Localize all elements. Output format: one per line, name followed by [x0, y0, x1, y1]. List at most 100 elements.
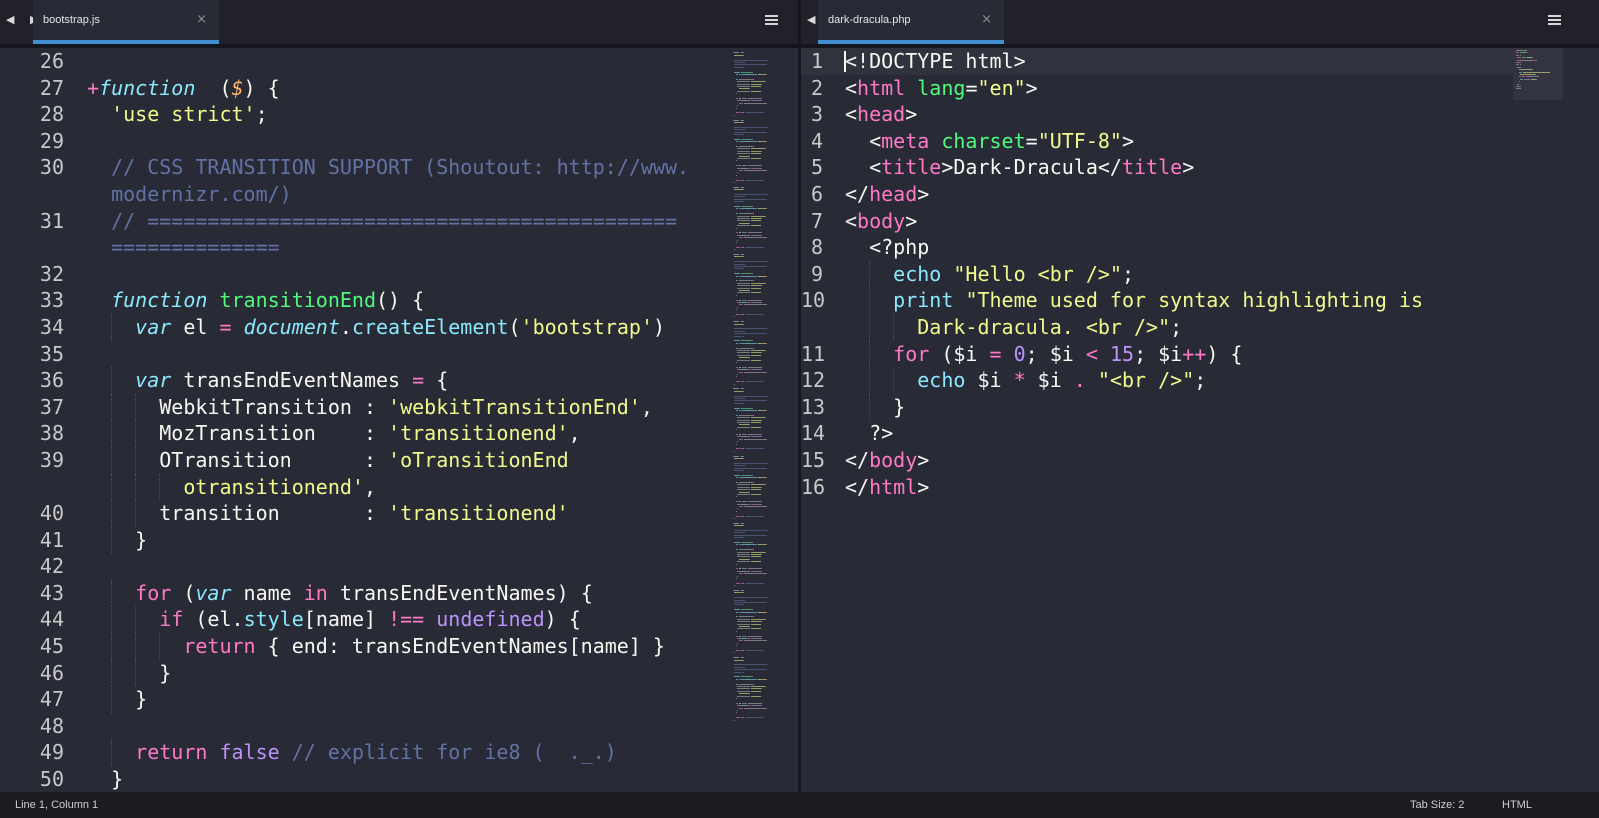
code-line[interactable]: 12 echo $i * $i . "<br />";: [801, 367, 1513, 394]
code-line[interactable]: 28 'use strict';: [0, 101, 728, 128]
code-line[interactable]: modernizr.com/): [0, 181, 728, 208]
code-line[interactable]: 42: [0, 553, 728, 580]
code-line[interactable]: 13 }: [801, 393, 1513, 421]
code-line[interactable]: 37 WebkitTransition : 'webkitTransitionE…: [0, 393, 728, 421]
code-token: 'transitionend': [388, 501, 569, 526]
code-line[interactable]: 16 </html>: [801, 474, 1513, 501]
minimap-line: [734, 400, 768, 402]
minimap-line: [753, 616, 754, 618]
tab-size-selector[interactable]: Tab Size: 2: [1410, 799, 1464, 811]
line-number: 10: [801, 288, 826, 313]
code-line[interactable]: 32: [0, 261, 728, 288]
code-editor[interactable]: 1 <!DOCTYPE html> 2 <html lang="en"> 3 <head>…: [801, 48, 1513, 772]
minimap-line: [750, 153, 761, 155]
code-line[interactable]: 27 +function ($) {: [0, 75, 728, 102]
code-line[interactable]: 38 MozTransition : 'transitionend',: [0, 420, 728, 447]
minimap-line: [734, 114, 736, 116]
code-line[interactable]: 33 function transitionEnd() {: [0, 287, 728, 314]
code-line[interactable]: 50 }: [0, 766, 728, 792]
code-line[interactable]: 48: [0, 713, 728, 740]
code-line[interactable]: ==============: [0, 234, 728, 261]
code-line[interactable]: 3 <head>: [801, 101, 1513, 128]
code-token: Dark-dracula. <br />": [917, 314, 1171, 339]
minimap-line: [740, 650, 745, 651]
code-line[interactable]: 46 }: [0, 659, 728, 687]
minimap-line: [735, 112, 740, 114]
code-line[interactable]: 10 print "Theme used for syntax highligh…: [801, 287, 1513, 314]
code-line[interactable]: 4 <meta charset="UTF-8">: [801, 128, 1513, 155]
code-line[interactable]: 39 OTransition : 'oTransitionEnd: [0, 446, 728, 474]
code-line[interactable]: 11 for ($i = 0; $i < 15; $i++) {: [801, 340, 1513, 368]
code-line[interactable]: 8 <?php: [801, 234, 1513, 261]
code-token: MozTransition :: [87, 421, 389, 446]
minimap-line: [739, 702, 742, 704]
minimap-line: [740, 448, 745, 450]
minimap-line: [743, 304, 767, 306]
code-line[interactable]: 9 echo "Hello <br />";: [801, 260, 1513, 288]
syntax-selector[interactable]: HTML: [1502, 799, 1532, 811]
line-text: print "Theme used for syntax highlightin…: [845, 287, 1423, 314]
code-line[interactable]: 45 return { end: transEndEventNames[name…: [0, 633, 728, 660]
code-line[interactable]: 41 }: [0, 526, 728, 554]
close-icon[interactable]: ×: [981, 12, 992, 27]
minimap[interactable]: [1514, 48, 1562, 772]
tab-dark-dracula-php[interactable]: dark-dracula.php ×: [818, 0, 1004, 44]
minimap-line: [735, 242, 737, 243]
code-token: if: [159, 607, 184, 632]
code-line[interactable]: 26: [0, 48, 728, 75]
line-text: </body>: [845, 447, 929, 474]
code-line[interactable]: 40 transition : 'transitionend': [0, 500, 728, 527]
minimap-line: [733, 254, 740, 255]
code-line[interactable]: 34 var el = document.createElement('boot…: [0, 313, 728, 341]
code-line[interactable]: 44 if (el.style[name] !== undefined) {: [0, 606, 728, 634]
code-line[interactable]: 49 return false // explicit for ie8 ( ._…: [0, 739, 728, 767]
code-line[interactable]: 15 </body>: [801, 447, 1513, 474]
code-editor[interactable]: 26 27 +function ($) {28 'use strict'; 29 30 …: [0, 48, 728, 791]
code-line[interactable]: 43 for (var name in transEndEventNames) …: [0, 579, 728, 607]
minimap-line: [738, 237, 743, 239]
minimap-line: [734, 273, 740, 275]
minimap-line: [738, 482, 752, 483]
code-line[interactable]: Dark-dracula. <br />";: [801, 313, 1513, 341]
line-text: modernizr.com/): [87, 181, 292, 208]
code-token: transEndEventNames) {: [327, 580, 593, 605]
code-line[interactable]: 14 ?>: [801, 420, 1513, 447]
minimap-line: [734, 129, 745, 131]
code-line[interactable]: 29: [0, 128, 728, 155]
code-line[interactable]: 30 // CSS TRANSITION SUPPORT (Shoutout: …: [0, 154, 728, 181]
minimap-line: [735, 515, 740, 517]
minimap-line: [747, 568, 763, 570]
minimap-line: [734, 465, 745, 467]
minimap-line: [747, 299, 763, 301]
close-icon[interactable]: ×: [196, 12, 207, 27]
minimap-line: [735, 702, 738, 704]
line-text: // CSS TRANSITION SUPPORT (Shoutout: htt…: [87, 154, 689, 181]
code-line[interactable]: 5 <title>Dark-Dracula</title>: [801, 154, 1513, 181]
code-token: ; $i: [1134, 341, 1183, 366]
minimap-line: [750, 417, 766, 419]
code-line[interactable]: 31 // ==================================…: [0, 208, 728, 235]
minimap-line: [738, 222, 750, 224]
code-line[interactable]: 1 <!DOCTYPE html>: [801, 48, 1513, 75]
minimap-line: [734, 335, 745, 337]
code-line[interactable]: 36 var transEndEventNames = {: [0, 367, 728, 394]
minimap-line: [750, 690, 761, 692]
menu-icon[interactable]: [765, 15, 778, 26]
menu-icon[interactable]: [1548, 15, 1561, 26]
code-line[interactable]: 2 <html lang="en">: [801, 75, 1513, 102]
minimap-line: [737, 426, 751, 428]
minimap-line: [737, 686, 751, 687]
code-line[interactable]: 7 <body>: [801, 208, 1513, 235]
minimap[interactable]: [731, 48, 779, 772]
minimap-line: [740, 407, 750, 409]
code-line[interactable]: otransitionend',: [0, 473, 728, 501]
tab-bootstrap-js[interactable]: bootstrap.js ×: [33, 0, 219, 44]
code-line[interactable]: 6 </head>: [801, 181, 1513, 208]
minimap-line: [740, 273, 750, 275]
code-line[interactable]: 47 }: [0, 686, 728, 713]
minimap-line: [738, 626, 750, 627]
code-line[interactable]: 35: [0, 341, 728, 368]
code-token: </: [845, 474, 870, 499]
minimap-line: [734, 474, 740, 476]
